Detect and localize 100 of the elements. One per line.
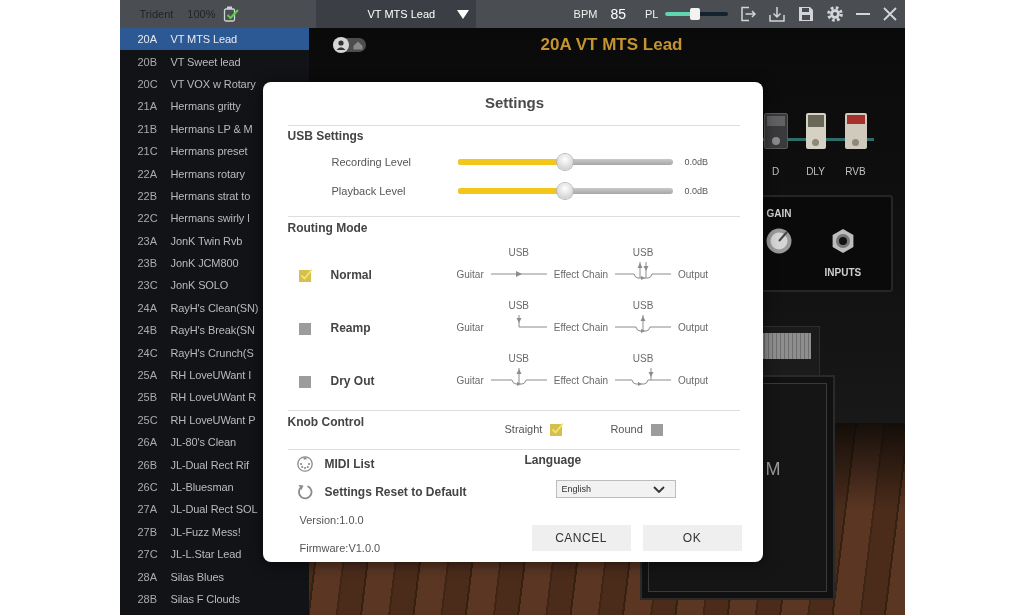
close-icon[interactable] bbox=[882, 7, 897, 21]
preset-name: Hermans strat to bbox=[170, 189, 251, 202]
signal-route-icon bbox=[615, 262, 672, 281]
preset-code: 22A bbox=[137, 167, 159, 180]
preset-name: RH LoveUWant I bbox=[170, 369, 252, 382]
routing-mode-label: Reamp bbox=[330, 320, 371, 337]
slider-value: 0.0dB bbox=[684, 156, 709, 167]
bpm-label: BPM bbox=[573, 8, 598, 20]
preset-code: 24B bbox=[137, 324, 159, 337]
preset-name: RH LoveUWant R bbox=[170, 391, 257, 404]
preset-item[interactable]: 20B VT Sweet lead bbox=[119, 50, 309, 73]
signal-route-icon bbox=[615, 315, 672, 334]
signal-node-label: Effect Chain bbox=[553, 269, 609, 280]
preset-code: 26C bbox=[137, 481, 159, 493]
slider-label: Playback Level bbox=[331, 184, 407, 197]
settings-icon[interactable] bbox=[826, 6, 843, 22]
preset-name: Silas F Clouds bbox=[170, 592, 240, 605]
routing-mode-label: Dry Out bbox=[330, 373, 375, 390]
preset-code: 21B bbox=[137, 122, 159, 135]
signal-node-label: Guitar bbox=[456, 269, 484, 280]
section-heading: Routing Mode bbox=[287, 221, 368, 235]
preset-name: JonK JCM800 bbox=[170, 257, 239, 270]
preset-code: 23A bbox=[137, 234, 159, 247]
routing-checkbox[interactable] bbox=[298, 268, 313, 282]
signal-node-label: Output bbox=[678, 322, 709, 333]
preset-name: RayH's Break(SN bbox=[170, 324, 255, 337]
preset-code: 23C bbox=[137, 279, 159, 292]
preset-title: 20A VT MTS Lead bbox=[540, 35, 683, 55]
preset-code: 24C bbox=[137, 346, 159, 359]
preset-name: JL-Bluesman bbox=[170, 481, 234, 493]
knob-label: GAIN bbox=[766, 208, 792, 219]
slider-thumb[interactable] bbox=[689, 8, 700, 20]
slider-thumb[interactable] bbox=[557, 182, 573, 199]
pl-slider[interactable] bbox=[664, 8, 728, 20]
language-dropdown[interactable]: English bbox=[555, 480, 676, 498]
signal-route-icon bbox=[490, 368, 547, 387]
signal-route-icon bbox=[515, 315, 547, 328]
preset-name: JL-80's Clean bbox=[170, 436, 237, 449]
preset-code: 28A bbox=[137, 570, 159, 583]
routing-checkbox[interactable] bbox=[298, 321, 313, 335]
preset-name: Hermans LP & M bbox=[170, 122, 253, 135]
preset-dropdown[interactable]: VT MTS Lead bbox=[315, 0, 476, 28]
preset-code: 26A bbox=[137, 436, 159, 449]
slider-thumb[interactable] bbox=[557, 153, 573, 170]
level-slider[interactable] bbox=[457, 153, 673, 170]
preset-item[interactable]: 28A Silas Blues bbox=[119, 565, 309, 588]
level-slider[interactable] bbox=[457, 182, 673, 199]
preset-name: Hermans gritty bbox=[170, 100, 241, 113]
cancel-button[interactable]: CANCEL bbox=[531, 525, 631, 551]
ok-button[interactable]: OK bbox=[642, 525, 742, 551]
preset-code: 25C bbox=[137, 413, 159, 426]
routing-mode-label: Normal bbox=[330, 267, 372, 284]
preset-name: JL-Fuzz Mess! bbox=[170, 525, 241, 538]
preset-name: Silas Blues bbox=[170, 570, 224, 583]
effect-pedal[interactable] bbox=[805, 113, 826, 149]
minimize-icon[interactable] bbox=[855, 13, 870, 15]
export-icon[interactable] bbox=[739, 6, 756, 22]
preset-code: 20B bbox=[137, 55, 159, 68]
pedal-label: D bbox=[771, 166, 780, 178]
preset-code: 24A bbox=[137, 301, 159, 314]
preset-name: JL-Dual Rect Rif bbox=[170, 458, 249, 471]
midi-connector-icon bbox=[296, 456, 313, 472]
slider-value: 0.0dB bbox=[684, 185, 709, 196]
effect-pedal[interactable] bbox=[844, 113, 867, 149]
signal-node-label: Output bbox=[678, 375, 709, 386]
preset-name: RayH's Crunch(S bbox=[170, 346, 254, 359]
knob-option-checkbox[interactable] bbox=[650, 422, 665, 436]
version-text: Version:1.0.0 bbox=[299, 514, 364, 526]
preset-code: 21A bbox=[137, 100, 159, 113]
signal-node-label: Effect Chain bbox=[553, 322, 609, 333]
preset-name: VT Sweet lead bbox=[170, 55, 241, 68]
effect-pedal[interactable] bbox=[763, 113, 788, 149]
reset-icon bbox=[296, 484, 313, 500]
routing-checkbox[interactable] bbox=[298, 374, 313, 388]
input-label: INPUTS bbox=[824, 267, 862, 278]
preset-code: 20A bbox=[137, 33, 159, 46]
knob-option-checkbox[interactable] bbox=[550, 422, 565, 436]
battery-check-icon bbox=[223, 6, 240, 22]
preset-code: 27A bbox=[137, 503, 159, 516]
usb-label: USB bbox=[632, 247, 654, 258]
preset-code: 27C bbox=[137, 548, 159, 561]
signal-route-icon bbox=[615, 368, 672, 387]
midi-list-button[interactable]: MIDI List bbox=[287, 450, 375, 478]
download-icon[interactable] bbox=[768, 6, 785, 22]
preset-name: RH LoveUWant P bbox=[170, 413, 256, 426]
preset-item[interactable]: 28B Silas F Clouds bbox=[119, 587, 309, 611]
input-jack-icon[interactable] bbox=[830, 229, 855, 253]
save-icon[interactable] bbox=[797, 6, 814, 22]
preset-item[interactable]: 20A VT MTS Lead bbox=[119, 28, 309, 51]
preset-code: 26B bbox=[137, 458, 159, 471]
slider-label: Recording Level bbox=[331, 155, 412, 168]
section-heading: Knob Control bbox=[287, 415, 365, 429]
dialog-title: Settings bbox=[484, 94, 545, 111]
bpm-value[interactable]: 85 bbox=[610, 6, 627, 22]
reset-button[interactable]: Settings Reset to Default bbox=[287, 478, 467, 506]
preset-name: JonK SOLO bbox=[170, 279, 229, 292]
user-home-switch-icon[interactable] bbox=[332, 37, 366, 53]
signal-route-icon bbox=[490, 271, 547, 277]
knob-icon[interactable] bbox=[765, 228, 792, 254]
preset-name: VT VOX w Rotary bbox=[170, 77, 256, 90]
